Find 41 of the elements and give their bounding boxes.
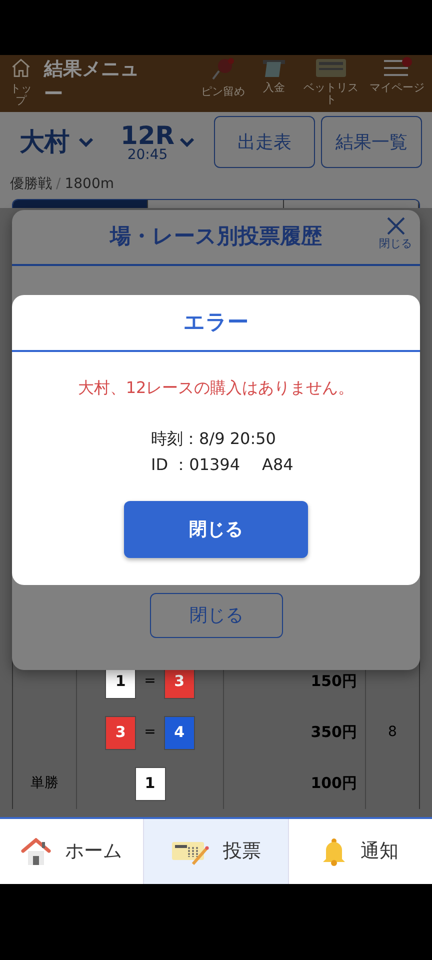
page-title: 結果メニュー [44, 57, 140, 106]
header-menu-item[interactable]: 入金 [254, 57, 294, 106]
payout-amount: 150円 [310, 671, 357, 692]
header-menu-item[interactable]: マイページ [368, 57, 426, 106]
id-text: A84 [262, 454, 294, 476]
race-info: 優勝戦 / 1800m [9, 175, 115, 194]
header-menu-item[interactable]: ベットリスト [302, 57, 360, 106]
chevron-icon [78, 137, 94, 147]
boat-number: 1 [134, 766, 166, 800]
timestamp-text: 時刻：8/9 20:50 [151, 428, 277, 450]
result-tab[interactable] [284, 200, 419, 208]
boat-number: 4 [164, 716, 195, 750]
table-cell-text: 8 [388, 723, 397, 742]
payout-amount: 350円 [310, 722, 357, 744]
home-icon [10, 57, 32, 79]
dialog-title: エラー [184, 308, 248, 336]
close-button[interactable]: 閉じる [379, 216, 412, 252]
atm-icon [261, 57, 287, 79]
header-menu-item[interactable]: ピン留め [200, 57, 246, 106]
equals-sign: = [144, 723, 156, 742]
chevron-icon [178, 137, 195, 147]
close-button[interactable]: 閉じる [124, 500, 308, 558]
bet-type: 単勝 [30, 774, 58, 793]
nav-tab[interactable]: 投票 [143, 819, 289, 884]
race-nav-button[interactable]: 結果一覧 [321, 116, 422, 168]
house-icon [21, 838, 52, 866]
race-selector[interactable]: 12R 20:45 [107, 116, 208, 168]
ticket-icon [315, 57, 347, 79]
race-nav-button[interactable]: 出走表 [214, 116, 315, 168]
modal-title: 場・レース別投票履歴 [110, 223, 322, 250]
top-button[interactable]: トップ [10, 57, 32, 108]
close-button[interactable]: 閉じる [150, 593, 283, 638]
payout-amount: 100円 [310, 773, 357, 794]
equals-sign: = [144, 672, 156, 691]
close-icon [386, 216, 406, 236]
result-tab[interactable] [13, 200, 148, 208]
boat-number: 3 [105, 716, 136, 750]
error-message: 大村、12レースの購入はありません。 [78, 377, 354, 399]
id-text: ID ：01394 [151, 454, 240, 476]
venue-selector[interactable]: 大村 [12, 116, 101, 168]
bell-icon [322, 838, 346, 866]
